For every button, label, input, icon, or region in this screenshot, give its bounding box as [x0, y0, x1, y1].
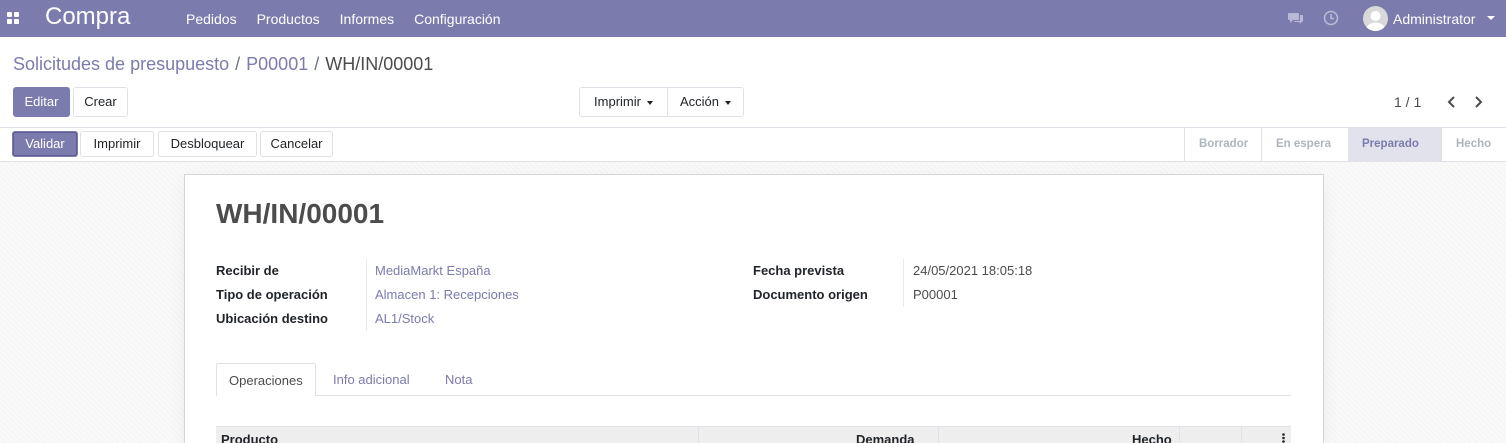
cancel-button[interactable]: Cancelar	[260, 131, 333, 157]
field-label-recibir-de: Recibir de	[216, 263, 279, 278]
stage-preparado: Preparado	[1348, 128, 1441, 161]
menu-item-informes[interactable]: Informes	[340, 11, 394, 27]
stage-pipeline: Borrador En espera Preparado Hecho	[1184, 128, 1506, 161]
menu-item-productos[interactable]: Productos	[257, 11, 320, 27]
column-divider	[698, 427, 699, 443]
field-value-ubicacion-destino[interactable]: AL1/Stock	[375, 311, 434, 326]
caret-down-icon[interactable]	[1487, 16, 1495, 20]
main-menu: Pedidos Productos Informes Configuración	[186, 11, 521, 27]
create-button[interactable]: Crear	[73, 87, 128, 117]
tab-nota[interactable]: Nota	[433, 363, 484, 396]
user-menu-name[interactable]: Administrator	[1393, 11, 1475, 27]
field-divider	[366, 259, 367, 331]
caret-down-icon	[725, 100, 732, 105]
field-label-documento-origen: Documento origen	[753, 287, 868, 302]
menu-item-configuracion[interactable]: Configuración	[414, 11, 500, 27]
menu-item-pedidos[interactable]: Pedidos	[186, 11, 237, 27]
breadcrumb-item-solicitudes[interactable]: Solicitudes de presupuesto	[13, 54, 229, 74]
table-header	[216, 426, 1291, 443]
breadcrumb-current: WH/IN/00001	[325, 54, 434, 74]
top-navbar: Compra Pedidos Productos Informes Config…	[0, 0, 1506, 37]
print-dropdown[interactable]: Imprimir	[579, 87, 668, 117]
breadcrumb-separator: /	[235, 54, 241, 74]
pager-value[interactable]: 1 / 1	[1394, 94, 1421, 110]
field-label-tipo-operacion: Tipo de operación	[216, 287, 328, 302]
clock-icon[interactable]	[1323, 10, 1339, 26]
column-divider	[1241, 427, 1242, 443]
breadcrumb-item-p00001[interactable]: P00001	[246, 54, 308, 74]
column-header-producto[interactable]: Producto	[221, 432, 278, 443]
column-header-hecho[interactable]: Hecho	[1132, 432, 1172, 443]
breadcrumb-separator: /	[314, 54, 320, 74]
stage-borrador: Borrador	[1199, 138, 1249, 150]
column-header-demanda[interactable]: Demanda	[856, 432, 915, 443]
tab-operaciones[interactable]: Operaciones	[216, 363, 316, 396]
field-value-tipo-operacion[interactable]: Almacen 1: Recepciones	[375, 287, 519, 302]
chat-icon[interactable]	[1288, 11, 1304, 25]
user-avatar[interactable]	[1363, 6, 1388, 31]
print-dropdown-label: Imprimir	[594, 94, 641, 109]
avatar-icon	[1366, 11, 1385, 31]
record-title: WH/IN/00001	[216, 198, 385, 229]
tab-info-adicional[interactable]: Info adicional	[321, 363, 422, 396]
field-value-fecha-prevista: 24/05/2021 18:05:18	[913, 263, 1033, 278]
action-dropdown[interactable]: Acción	[667, 87, 744, 117]
print-button[interactable]: Imprimir	[80, 131, 154, 157]
breadcrumb: Solicitudes de presupuesto / P00001/WH/IN/…	[13, 54, 433, 75]
stage-hecho: Hecho	[1456, 138, 1492, 150]
validate-button[interactable]: Validar	[12, 131, 78, 157]
field-divider	[903, 259, 904, 307]
apps-menu-icon[interactable]	[7, 12, 19, 24]
chevron-right-icon[interactable]	[1472, 94, 1486, 110]
optional-columns-icon[interactable]	[1282, 433, 1285, 443]
edit-button[interactable]: Editar	[13, 87, 70, 117]
field-label-ubicacion-destino: Ubicación destino	[216, 311, 328, 326]
field-label-fecha-prevista: Fecha prevista	[753, 263, 845, 278]
statusbar: Validar Imprimir Desbloquear Cancelar Bo…	[0, 128, 1506, 162]
action-dropdown-label: Acción	[679, 94, 720, 109]
column-divider	[938, 427, 939, 443]
stage-en-espera: En espera	[1276, 138, 1331, 150]
chevron-left-icon[interactable]	[1444, 94, 1458, 110]
caret-down-icon	[646, 100, 653, 105]
column-divider	[1179, 427, 1180, 443]
field-value-documento-origen: P00001	[913, 287, 958, 302]
field-value-recibir-de[interactable]: MediaMarkt España	[375, 263, 491, 278]
app-brand[interactable]: Compra	[45, 3, 130, 31]
unlock-button[interactable]: Desbloquear	[158, 131, 257, 157]
